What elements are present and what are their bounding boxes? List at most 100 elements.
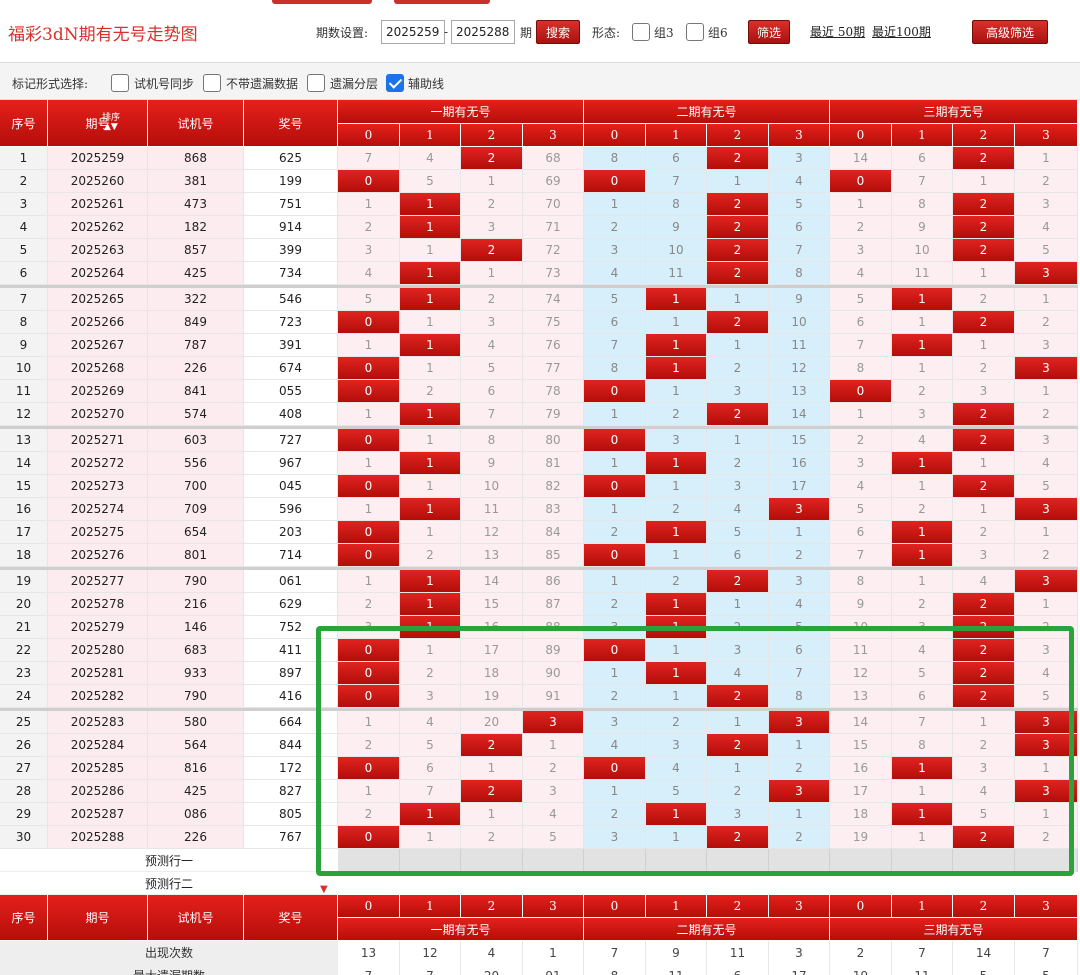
row-issue: 2025285 xyxy=(48,757,148,780)
header-issue[interactable]: 期号 排序 ▲▼ xyxy=(48,100,148,147)
miss-cell: 4 xyxy=(707,498,769,521)
sort-arrows-icon[interactable]: ▲▼ xyxy=(104,122,118,132)
hit-cell: 0 xyxy=(584,170,646,193)
max-missing-row-cell: 5 xyxy=(1015,964,1078,975)
row-idx: 11 xyxy=(0,380,48,403)
miss-cell: 14 xyxy=(830,711,892,734)
header-col-1: 1 xyxy=(892,124,953,147)
recent-100-link[interactable]: 最近100期 xyxy=(872,23,931,40)
hit-cell: 3 xyxy=(769,498,830,521)
row-test-number: 425 xyxy=(148,780,244,803)
miss-cell: 18 xyxy=(830,803,892,826)
predict-cell[interactable] xyxy=(523,849,584,872)
miss-cell: 6 xyxy=(769,216,830,239)
predict-cell[interactable] xyxy=(707,849,769,872)
layered-checkbox[interactable] xyxy=(307,74,325,92)
filter-button[interactable]: 筛选 xyxy=(748,20,790,44)
row-test-number: 709 xyxy=(148,498,244,521)
miss-cell: 76 xyxy=(523,334,584,357)
hit-cell: 2 xyxy=(953,216,1015,239)
miss-cell: 69 xyxy=(523,170,584,193)
predict-cell[interactable] xyxy=(892,849,953,872)
miss-cell: 2 xyxy=(707,780,769,803)
end-period-input[interactable] xyxy=(451,20,515,44)
hit-cell: 0 xyxy=(338,639,400,662)
predict-cell[interactable] xyxy=(646,849,707,872)
predict-cell[interactable] xyxy=(400,849,461,872)
hit-cell: 1 xyxy=(400,452,461,475)
sync-checkbox[interactable] xyxy=(111,74,129,92)
miss-cell: 4 xyxy=(707,662,769,685)
group3-checkbox[interactable] xyxy=(632,23,650,41)
occurrence-row-cell: 14 xyxy=(953,941,1015,964)
predict-cell[interactable] xyxy=(584,849,646,872)
search-button[interactable]: 搜索 xyxy=(536,20,580,44)
row-test-number: 146 xyxy=(148,616,244,639)
row-test-number: 654 xyxy=(148,521,244,544)
recent-50-link[interactable]: 最近 50期 xyxy=(810,23,865,40)
miss-cell: 5 xyxy=(769,616,830,639)
row-prize-number: 727 xyxy=(244,429,338,452)
row-issue: 2025272 xyxy=(48,452,148,475)
predict-cell[interactable] xyxy=(1015,849,1078,872)
advanced-filter-button[interactable]: 高级筛选 xyxy=(972,20,1048,44)
hit-cell: 1 xyxy=(646,616,707,639)
miss-cell: 10 xyxy=(461,475,523,498)
miss-cell: 2 xyxy=(953,734,1015,757)
table-row: 3 2025261 473 751 1 1 2 70 1 8 2 5 1 8 2 3 xyxy=(0,193,1078,216)
table-row: 10 2025268 226 674 0 1 5 77 8 1 2 12 8 1 2 3 xyxy=(0,357,1078,380)
header-test: 试机号 xyxy=(148,100,244,147)
period-unit: 期 xyxy=(520,25,533,40)
row-idx: 30 xyxy=(0,826,48,849)
miss-cell: 1 xyxy=(1015,757,1078,780)
hit-cell: 0 xyxy=(584,429,646,452)
miss-cell: 4 xyxy=(953,570,1015,593)
predict-cell[interactable] xyxy=(338,849,400,872)
start-period-input[interactable] xyxy=(381,20,445,44)
miss-cell: 2 xyxy=(892,498,953,521)
no-missing-checkbox[interactable] xyxy=(203,74,221,92)
miss-cell: 81 xyxy=(523,452,584,475)
miss-cell: 12 xyxy=(830,662,892,685)
row-test-number: 603 xyxy=(148,429,244,452)
table-row: 4 2025262 182 914 2 1 3 71 2 9 2 6 2 9 2 4 xyxy=(0,216,1078,239)
header-col-3: 3 xyxy=(1015,124,1078,147)
hit-cell: 3 xyxy=(1015,357,1078,380)
miss-cell: 2 xyxy=(769,544,830,567)
predict-cell[interactable] xyxy=(830,849,892,872)
helper-line-checkbox[interactable] xyxy=(386,74,404,92)
predict-cell[interactable] xyxy=(953,849,1015,872)
row-test-number: 700 xyxy=(148,475,244,498)
row-issue: 2025267 xyxy=(48,334,148,357)
row-prize-number: 625 xyxy=(244,147,338,170)
hit-cell: 0 xyxy=(338,429,400,452)
miss-cell: 13 xyxy=(769,380,830,403)
hit-cell: 0 xyxy=(584,380,646,403)
row-prize-number: 751 xyxy=(244,193,338,216)
miss-cell: 1 xyxy=(1015,803,1078,826)
miss-cell: 3 xyxy=(830,452,892,475)
row-test-number: 816 xyxy=(148,757,244,780)
occurrence-row-cell: 7 xyxy=(1015,941,1078,964)
miss-cell: 2 xyxy=(338,734,400,757)
hit-cell: 3 xyxy=(1015,570,1078,593)
miss-cell: 82 xyxy=(523,475,584,498)
miss-cell: 79 xyxy=(523,403,584,426)
miss-cell: 2 xyxy=(707,357,769,380)
miss-cell: 3 xyxy=(1015,193,1078,216)
row-issue: 2025265 xyxy=(48,288,148,311)
hit-cell: 1 xyxy=(646,593,707,616)
row-test-number: 086 xyxy=(148,803,244,826)
row-prize-number: 723 xyxy=(244,311,338,334)
miss-cell: 8 xyxy=(830,357,892,380)
row-issue: 2025268 xyxy=(48,357,148,380)
row-test-number: 790 xyxy=(148,570,244,593)
footer-group-1: 一期有无号 xyxy=(338,918,584,941)
row-idx: 2 xyxy=(0,170,48,193)
predict-cell[interactable] xyxy=(461,849,523,872)
group6-checkbox[interactable] xyxy=(686,23,704,41)
miss-cell: 70 xyxy=(523,193,584,216)
miss-cell: 9 xyxy=(769,288,830,311)
predict-cell[interactable] xyxy=(769,849,830,872)
miss-cell: 3 xyxy=(769,147,830,170)
